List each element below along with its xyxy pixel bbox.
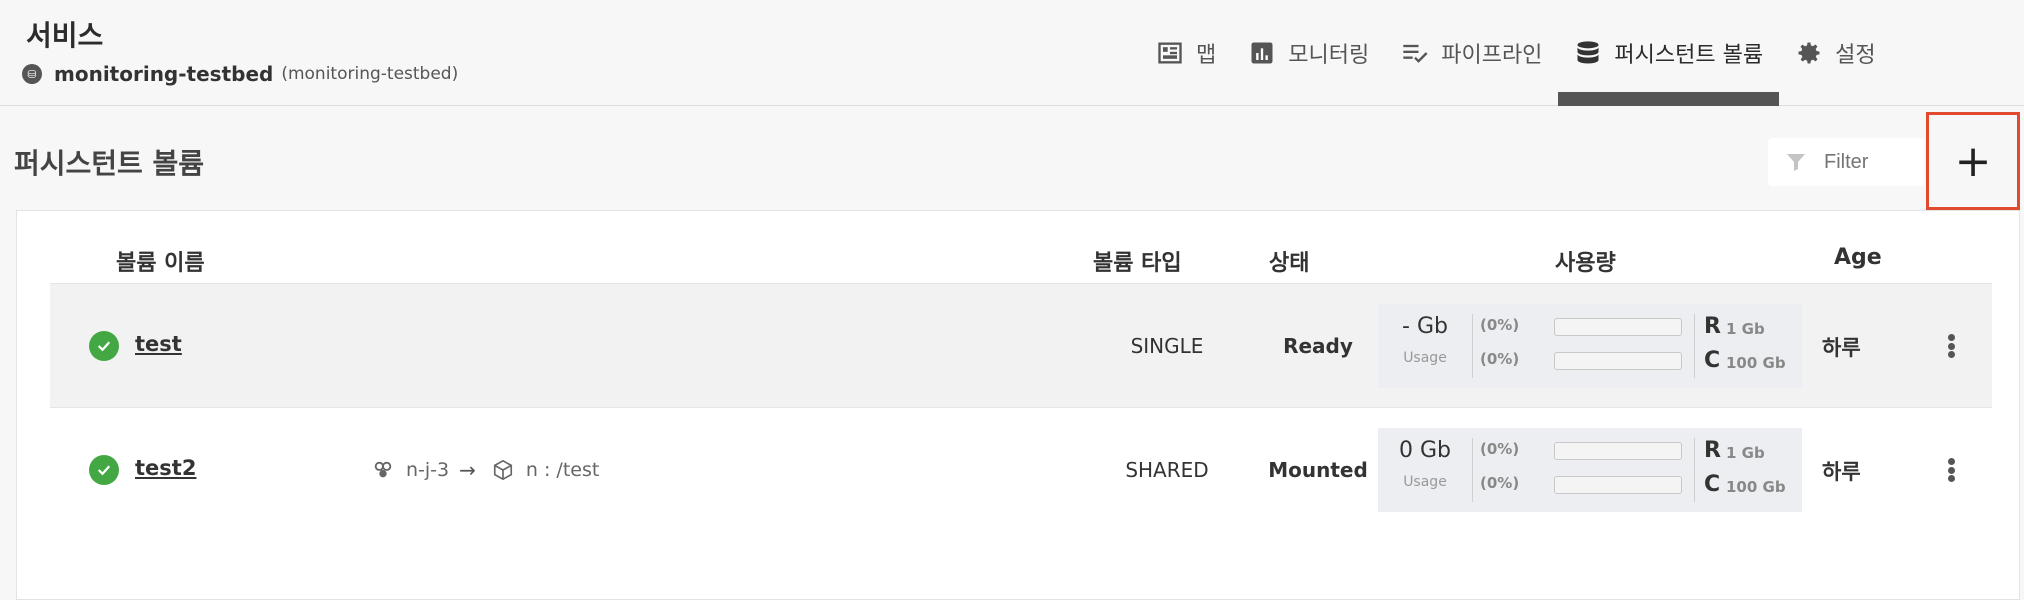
service-name: monitoring-testbed: [54, 62, 274, 86]
container-icon: [493, 459, 512, 481]
volume-state: Ready: [1283, 334, 1353, 358]
request-value: 1 Gb: [1726, 444, 1765, 462]
capacity-letter: C: [1704, 348, 1721, 373]
database-icon: [1577, 41, 1599, 64]
status-ok-icon: [89, 331, 119, 361]
tab-settings[interactable]: 설정: [1779, 0, 1891, 106]
service-icon: ⛁: [22, 64, 42, 84]
volume-age: 하루: [1822, 460, 1861, 484]
section-title: 퍼시스턴트 볼륨: [14, 147, 205, 180]
usage-widget: - Gb Usage (0%) (0%) R 1 Gb C 100 Gb: [1378, 304, 1802, 388]
col-header-usage: 사용량: [1555, 251, 1616, 276]
volume-name-link[interactable]: test2: [135, 456, 196, 480]
col-header-name: 볼륨 이름: [116, 251, 205, 276]
tab-persistent-volume[interactable]: 퍼시스턴트 볼륨: [1558, 0, 1779, 106]
volume-age: 하루: [1822, 336, 1861, 360]
request-percent: (0%): [1480, 316, 1520, 334]
app-header: 서비스 ⛁ monitoring-testbed (monitoring-tes…: [0, 0, 2024, 106]
table-row[interactable]: test2 n-j-3 → n : /test SHARED Mounted 0…: [50, 407, 1992, 531]
arrow-right-icon: →: [459, 458, 476, 482]
usage-value: 0 Gb: [1398, 438, 1451, 463]
volume-name-link[interactable]: test: [135, 332, 182, 356]
mount-node: n-j-3: [406, 459, 450, 481]
add-volume-button[interactable]: +: [1926, 112, 2020, 210]
gear-icon: [1798, 42, 1820, 64]
volume-type: SHARED: [1125, 458, 1209, 482]
request-letter: R: [1704, 314, 1721, 339]
page-header-title: 서비스: [26, 19, 104, 52]
tab-monitoring-label: 모니터링: [1288, 43, 1370, 68]
tab-persistent-volume-label: 퍼시스턴트 볼륨: [1614, 43, 1764, 68]
request-letter: R: [1704, 438, 1721, 463]
mount-path: n : /test: [525, 459, 600, 481]
volume-state: Mounted: [1268, 458, 1368, 482]
capacity-progress-bar: [1554, 352, 1682, 370]
volume-table-card: 볼륨 이름 볼륨 타입 상태 사용량 Age test SINGLE Ready…: [16, 210, 2020, 600]
tab-map[interactable]: 맵: [1140, 0, 1232, 106]
workload-icon: [374, 461, 392, 478]
more-options-icon[interactable]: [1942, 452, 1960, 488]
divider: [1472, 314, 1473, 378]
divider: [1694, 314, 1695, 378]
tab-pipeline-label: 파이프라인: [1441, 43, 1543, 68]
table-row[interactable]: test SINGLE Ready - Gb Usage (0%) (0%) R…: [50, 283, 1992, 407]
tab-settings-label: 설정: [1835, 43, 1876, 68]
request-value: 1 Gb: [1726, 320, 1765, 338]
status-ok-icon: [89, 455, 119, 485]
capacity-percent: (0%): [1480, 350, 1520, 368]
volume-type: SINGLE: [1130, 334, 1204, 358]
request-percent: (0%): [1480, 440, 1520, 458]
usage-widget: 0 Gb Usage (0%) (0%) R 1 Gb C 100 Gb: [1378, 428, 1802, 512]
tab-monitoring[interactable]: 모니터링: [1232, 0, 1385, 106]
more-options-icon[interactable]: [1942, 328, 1960, 364]
divider: [1472, 438, 1473, 502]
request-progress-bar: [1554, 442, 1682, 460]
filter-input[interactable]: [1824, 150, 1924, 174]
capacity-value: 100 Gb: [1726, 354, 1786, 372]
service-identifier: ⛁ monitoring-testbed (monitoring-testbed…: [22, 62, 458, 86]
filter-icon: [1787, 154, 1805, 171]
capacity-percent: (0%): [1480, 474, 1520, 492]
capacity-letter: C: [1704, 472, 1721, 497]
usage-label: Usage: [1403, 350, 1447, 366]
bar-chart-icon: [1251, 42, 1273, 64]
divider: [1694, 438, 1695, 502]
col-header-age: Age: [1834, 245, 1882, 270]
map-icon: [1158, 42, 1182, 64]
capacity-value: 100 Gb: [1726, 478, 1786, 496]
service-namespace: (monitoring-testbed): [281, 64, 459, 84]
checklist-icon: [1403, 44, 1428, 63]
tab-map-label: 맵: [1196, 43, 1217, 68]
top-nav: 맵 모니터링 파이프라인 퍼시스턴트 볼륨 설정: [1140, 0, 1892, 106]
filter-box[interactable]: [1768, 138, 1924, 186]
capacity-progress-bar: [1554, 476, 1682, 494]
usage-label: Usage: [1403, 474, 1447, 490]
mount-connection: n-j-3 → n : /test: [372, 458, 599, 482]
col-header-state: 상태: [1269, 251, 1310, 276]
tab-pipeline[interactable]: 파이프라인: [1385, 0, 1558, 106]
usage-value: - Gb: [1402, 314, 1448, 339]
col-header-type: 볼륨 타입: [1093, 251, 1182, 276]
request-progress-bar: [1554, 318, 1682, 336]
